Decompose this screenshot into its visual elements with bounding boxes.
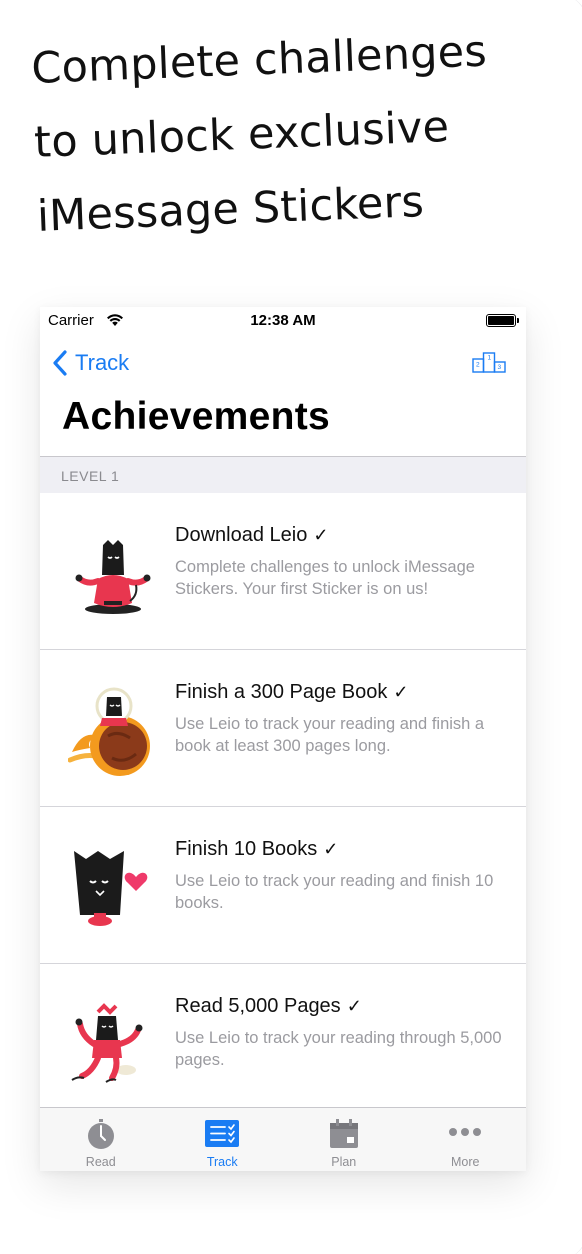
tab-bar: Read Track Plan More [40,1107,526,1171]
tab-label: Track [206,1155,238,1169]
page-title: Achievements [62,395,331,438]
tab-more[interactable]: More [405,1108,527,1171]
achievement-row-300-page-book[interactable]: Finish a 300 Page Book ✓ Use Leio to trac… [40,650,526,807]
svg-text:3: 3 [498,364,502,371]
back-button[interactable]: Track [50,347,129,379]
checkmark-icon: ✓ [346,996,362,1016]
tab-read[interactable]: Read [40,1108,162,1171]
section-header: LEVEL 1 [40,458,526,493]
svg-text:2: 2 [476,362,480,369]
tab-plan[interactable]: Plan [283,1108,405,1171]
achievement-description: Complete challenges to unlock iMessage S… [175,558,475,598]
achievement-row-download-leio[interactable]: Download Leio ✓ Complete challenges to un… [40,493,526,650]
battery-icon [486,314,519,327]
phone-screen: Carrier 12:38 AM Track 1 2 3 Achievement… [40,307,526,1171]
meditating-book-sticker-icon [75,540,151,614]
astronaut-book-sticker-icon [68,687,150,776]
tab-label: More [451,1155,480,1169]
chevron-left-icon [53,350,67,376]
podium-icon[interactable]: 1 2 3 [472,351,506,373]
achievement-row-5000-pages[interactable]: Read 5,000 Pages ✓ Use Leio to track your… [40,964,526,1121]
back-label: Track [75,350,130,375]
status-bar: Carrier 12:38 AM [40,307,526,335]
achievement-description: Use Leio to track your reading and finis… [175,715,485,755]
achievement-row-10-books[interactable]: Finish 10 Books ✓ Use Leio to track your … [40,807,526,964]
achievement-title: Finish 10 Books ✓ [175,838,339,860]
tab-label: Read [85,1155,116,1169]
more-dots-icon [449,1128,482,1136]
svg-text:1: 1 [488,355,492,362]
navigation-bar: Track 1 2 3 Achievements [40,335,526,457]
achievement-description: Use Leio to track your reading and finis… [175,872,494,912]
checkmark-icon: ✓ [323,839,339,859]
dancing-book-sticker-icon [71,1003,143,1083]
achievement-title: Read 5,000 Pages ✓ [175,995,362,1017]
stopwatch-icon [87,1119,114,1149]
achievements-list: Download Leio ✓ Complete challenges to un… [40,493,526,1121]
achievement-title: Finish a 300 Page Book ✓ [175,681,409,703]
book-with-heart-sticker-icon [74,851,148,926]
checkmark-icon: ✓ [313,525,329,545]
clock: 12:38 AM [250,312,316,329]
calendar-icon [329,1119,358,1148]
tab-label: Plan [331,1155,357,1169]
checklist-icon [205,1120,240,1147]
marketing-headline: Complete challenges to unlock exclusive … [30,12,568,254]
achievement-description: Use Leio to track your reading through 5… [175,1029,502,1069]
achievement-title: Download Leio ✓ [175,524,329,546]
tab-track[interactable]: Track [162,1108,284,1171]
checkmark-icon: ✓ [393,682,409,702]
